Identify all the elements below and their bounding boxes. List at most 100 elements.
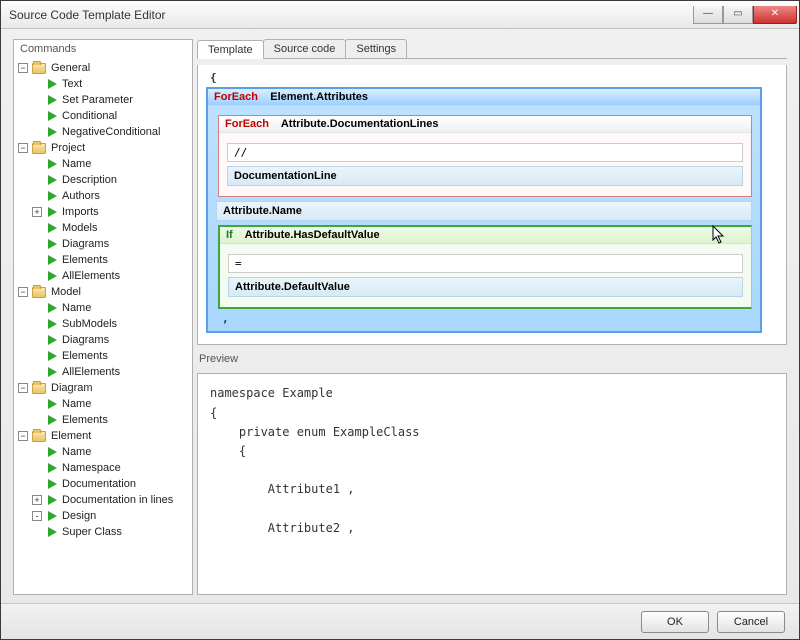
- tree-item[interactable]: Name: [32, 444, 192, 460]
- command-icon: [48, 367, 57, 377]
- command-icon: [48, 335, 57, 345]
- foreach-inner-expr: Attribute.DocumentationLines: [281, 118, 439, 130]
- close-button[interactable]: ✕: [753, 6, 797, 24]
- cancel-button[interactable]: Cancel: [717, 611, 785, 633]
- attribute-name-text[interactable]: Attribute.Name: [216, 201, 752, 221]
- equals-text-line[interactable]: =: [228, 254, 743, 273]
- expander-icon[interactable]: +: [32, 207, 42, 217]
- tree-item[interactable]: +Imports: [32, 204, 192, 220]
- tree-item[interactable]: Super Class: [32, 524, 192, 540]
- folder-icon: [32, 143, 46, 154]
- command-icon: [48, 351, 57, 361]
- tree-label: Model: [48, 286, 81, 298]
- tab-template[interactable]: Template: [197, 40, 264, 59]
- foreach-doc-lines-block[interactable]: ForEach Attribute.DocumentationLines // …: [218, 115, 752, 197]
- tree-label: Diagram: [48, 382, 93, 394]
- tree-label: General: [48, 62, 90, 74]
- tree-item[interactable]: Elements: [32, 252, 192, 268]
- tab-settings[interactable]: Settings: [345, 39, 407, 58]
- tree-folder-model[interactable]: − Model: [18, 284, 192, 300]
- if-head[interactable]: If Attribute.HasDefaultValue: [220, 227, 751, 244]
- expander-icon[interactable]: −: [18, 63, 28, 73]
- tree-item[interactable]: NegativeConditional: [32, 124, 192, 140]
- command-icon: [48, 159, 57, 169]
- tree-label: Models: [59, 222, 97, 234]
- expander-icon[interactable]: −: [18, 143, 28, 153]
- expander-icon[interactable]: −: [18, 287, 28, 297]
- command-icon: [48, 399, 57, 409]
- folder-icon: [32, 63, 46, 74]
- titlebar[interactable]: Source Code Template Editor — ▭ ✕: [1, 1, 799, 29]
- content-area: Commands −GeneralTextSet ParameterCondit…: [1, 29, 799, 603]
- comment-text-line[interactable]: //: [227, 143, 743, 162]
- commands-tree[interactable]: − General TextSet ParameterConditionalNega…: [14, 58, 192, 594]
- command-icon: [48, 463, 57, 473]
- tree-item[interactable]: Elements: [32, 348, 192, 364]
- expander-icon[interactable]: +: [32, 495, 42, 505]
- tree-item[interactable]: Diagrams: [32, 332, 192, 348]
- minimize-button[interactable]: —: [693, 6, 723, 24]
- tree-item[interactable]: Models: [32, 220, 192, 236]
- command-icon: [48, 111, 57, 121]
- command-icon: [48, 303, 57, 313]
- window-title: Source Code Template Editor: [9, 8, 693, 22]
- ok-button[interactable]: OK: [641, 611, 709, 633]
- tree-item[interactable]: Conditional: [32, 108, 192, 124]
- expander-icon: [32, 335, 42, 345]
- tree-item[interactable]: -Design: [32, 508, 192, 524]
- foreach-inner-head[interactable]: ForEach Attribute.DocumentationLines: [219, 116, 751, 133]
- tree-item[interactable]: SubModels: [32, 316, 192, 332]
- expander-icon: [32, 351, 42, 361]
- expander-icon[interactable]: −: [18, 383, 28, 393]
- tree-label: Element: [48, 430, 91, 442]
- tree-item[interactable]: Diagrams: [32, 236, 192, 252]
- tree-label: AllElements: [59, 270, 120, 282]
- if-keyword: If: [226, 229, 233, 241]
- tree-item[interactable]: Set Parameter: [32, 92, 192, 108]
- command-icon: [48, 207, 57, 217]
- if-has-default-block[interactable]: If Attribute.HasDefaultValue = Attribute…: [218, 225, 752, 309]
- tree-item[interactable]: Text: [32, 76, 192, 92]
- tree-item[interactable]: Name: [32, 396, 192, 412]
- expander-icon: [32, 79, 42, 89]
- tab-source-code[interactable]: Source code: [263, 39, 347, 58]
- documentation-line-text[interactable]: DocumentationLine: [227, 166, 743, 186]
- foreach-outer-head[interactable]: ForEach Element.Attributes: [208, 89, 760, 106]
- tree-item[interactable]: Description: [32, 172, 192, 188]
- tree-item[interactable]: AllElements: [32, 364, 192, 380]
- command-icon: [48, 271, 57, 281]
- tree-label: Documentation: [59, 478, 136, 490]
- tree-folder-diagram[interactable]: − Diagram: [18, 380, 192, 396]
- foreach-element-attributes-block[interactable]: ForEach Element.Attributes ForEach Attri…: [206, 87, 762, 333]
- tree-item[interactable]: Documentation: [32, 476, 192, 492]
- commands-panel: Commands −GeneralTextSet ParameterCondit…: [13, 39, 193, 595]
- expander-icon: [32, 191, 42, 201]
- expander-icon: [32, 527, 42, 537]
- folder-icon: [32, 431, 46, 442]
- foreach-keyword: ForEach: [225, 118, 269, 130]
- tree-item[interactable]: Name: [32, 300, 192, 316]
- foreach-keyword: ForEach: [214, 91, 258, 103]
- foreach-outer-expr: Element.Attributes: [270, 91, 368, 103]
- tree-item[interactable]: +Documentation in lines: [32, 492, 192, 508]
- preview-pane[interactable]: namespace Example { private enum Example…: [197, 373, 787, 595]
- tree-folder-general[interactable]: − General: [18, 60, 192, 76]
- expander-icon: [32, 159, 42, 169]
- tree-label: Name: [59, 398, 91, 410]
- command-icon: [48, 191, 57, 201]
- template-editor[interactable]: { ForEach Element.Attributes ForEach: [197, 65, 787, 345]
- tree-item[interactable]: Name: [32, 156, 192, 172]
- tree-label: Elements: [59, 414, 108, 426]
- tree-folder-project[interactable]: −Project: [18, 140, 192, 156]
- tree-item[interactable]: Elements: [32, 412, 192, 428]
- tree-item[interactable]: Authors: [32, 188, 192, 204]
- maximize-button[interactable]: ▭: [723, 6, 753, 24]
- expander-icon[interactable]: −: [18, 431, 28, 441]
- tree-item[interactable]: Namespace: [32, 460, 192, 476]
- expander-icon[interactable]: -: [32, 511, 42, 521]
- command-icon: [48, 511, 57, 521]
- tree-folder-element[interactable]: − Element: [18, 428, 192, 444]
- tree-item[interactable]: AllElements: [32, 268, 192, 284]
- attribute-default-value-text[interactable]: Attribute.DefaultValue: [228, 277, 743, 297]
- expander-icon: [32, 303, 42, 313]
